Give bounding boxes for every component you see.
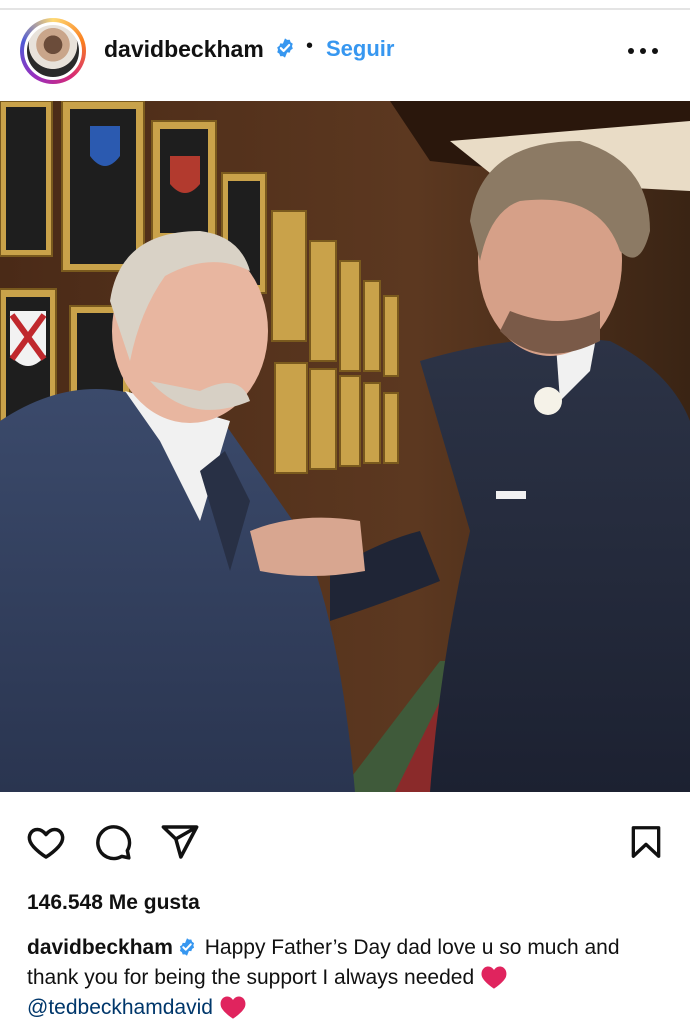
follow-button[interactable]: Seguir bbox=[326, 36, 394, 62]
post-caption: davidbeckham Happy Father’s Day dad love… bbox=[27, 933, 667, 1023]
verified-badge-icon bbox=[277, 38, 293, 58]
action-bar bbox=[0, 818, 690, 868]
verified-badge-icon bbox=[179, 938, 194, 956]
comment-icon[interactable] bbox=[93, 822, 133, 862]
share-button[interactable] bbox=[160, 822, 200, 862]
avatar[interactable] bbox=[24, 22, 82, 80]
send-icon[interactable] bbox=[160, 822, 200, 862]
bookmark-icon[interactable] bbox=[627, 822, 665, 862]
save-button[interactable] bbox=[627, 822, 665, 862]
top-divider bbox=[0, 8, 690, 10]
post-photo[interactable] bbox=[0, 101, 690, 792]
comment-button[interactable] bbox=[93, 822, 133, 862]
red-heart-emoji bbox=[481, 966, 507, 989]
story-ring[interactable] bbox=[20, 18, 86, 84]
header-username[interactable]: davidbeckham bbox=[104, 36, 264, 63]
more-options-icon[interactable] bbox=[626, 44, 660, 58]
likes-count[interactable]: 146.548 Me gusta bbox=[27, 891, 200, 915]
mention-link[interactable]: @tedbeckhamdavid bbox=[27, 996, 213, 1019]
red-heart-emoji bbox=[220, 996, 246, 1019]
post-header: davidbeckham • Seguir bbox=[0, 14, 690, 90]
separator-dot: • bbox=[306, 35, 314, 57]
photo-illustration bbox=[0, 101, 690, 792]
caption-username[interactable]: davidbeckham bbox=[27, 936, 173, 959]
heart-icon[interactable] bbox=[25, 822, 67, 862]
like-button[interactable] bbox=[25, 822, 67, 862]
